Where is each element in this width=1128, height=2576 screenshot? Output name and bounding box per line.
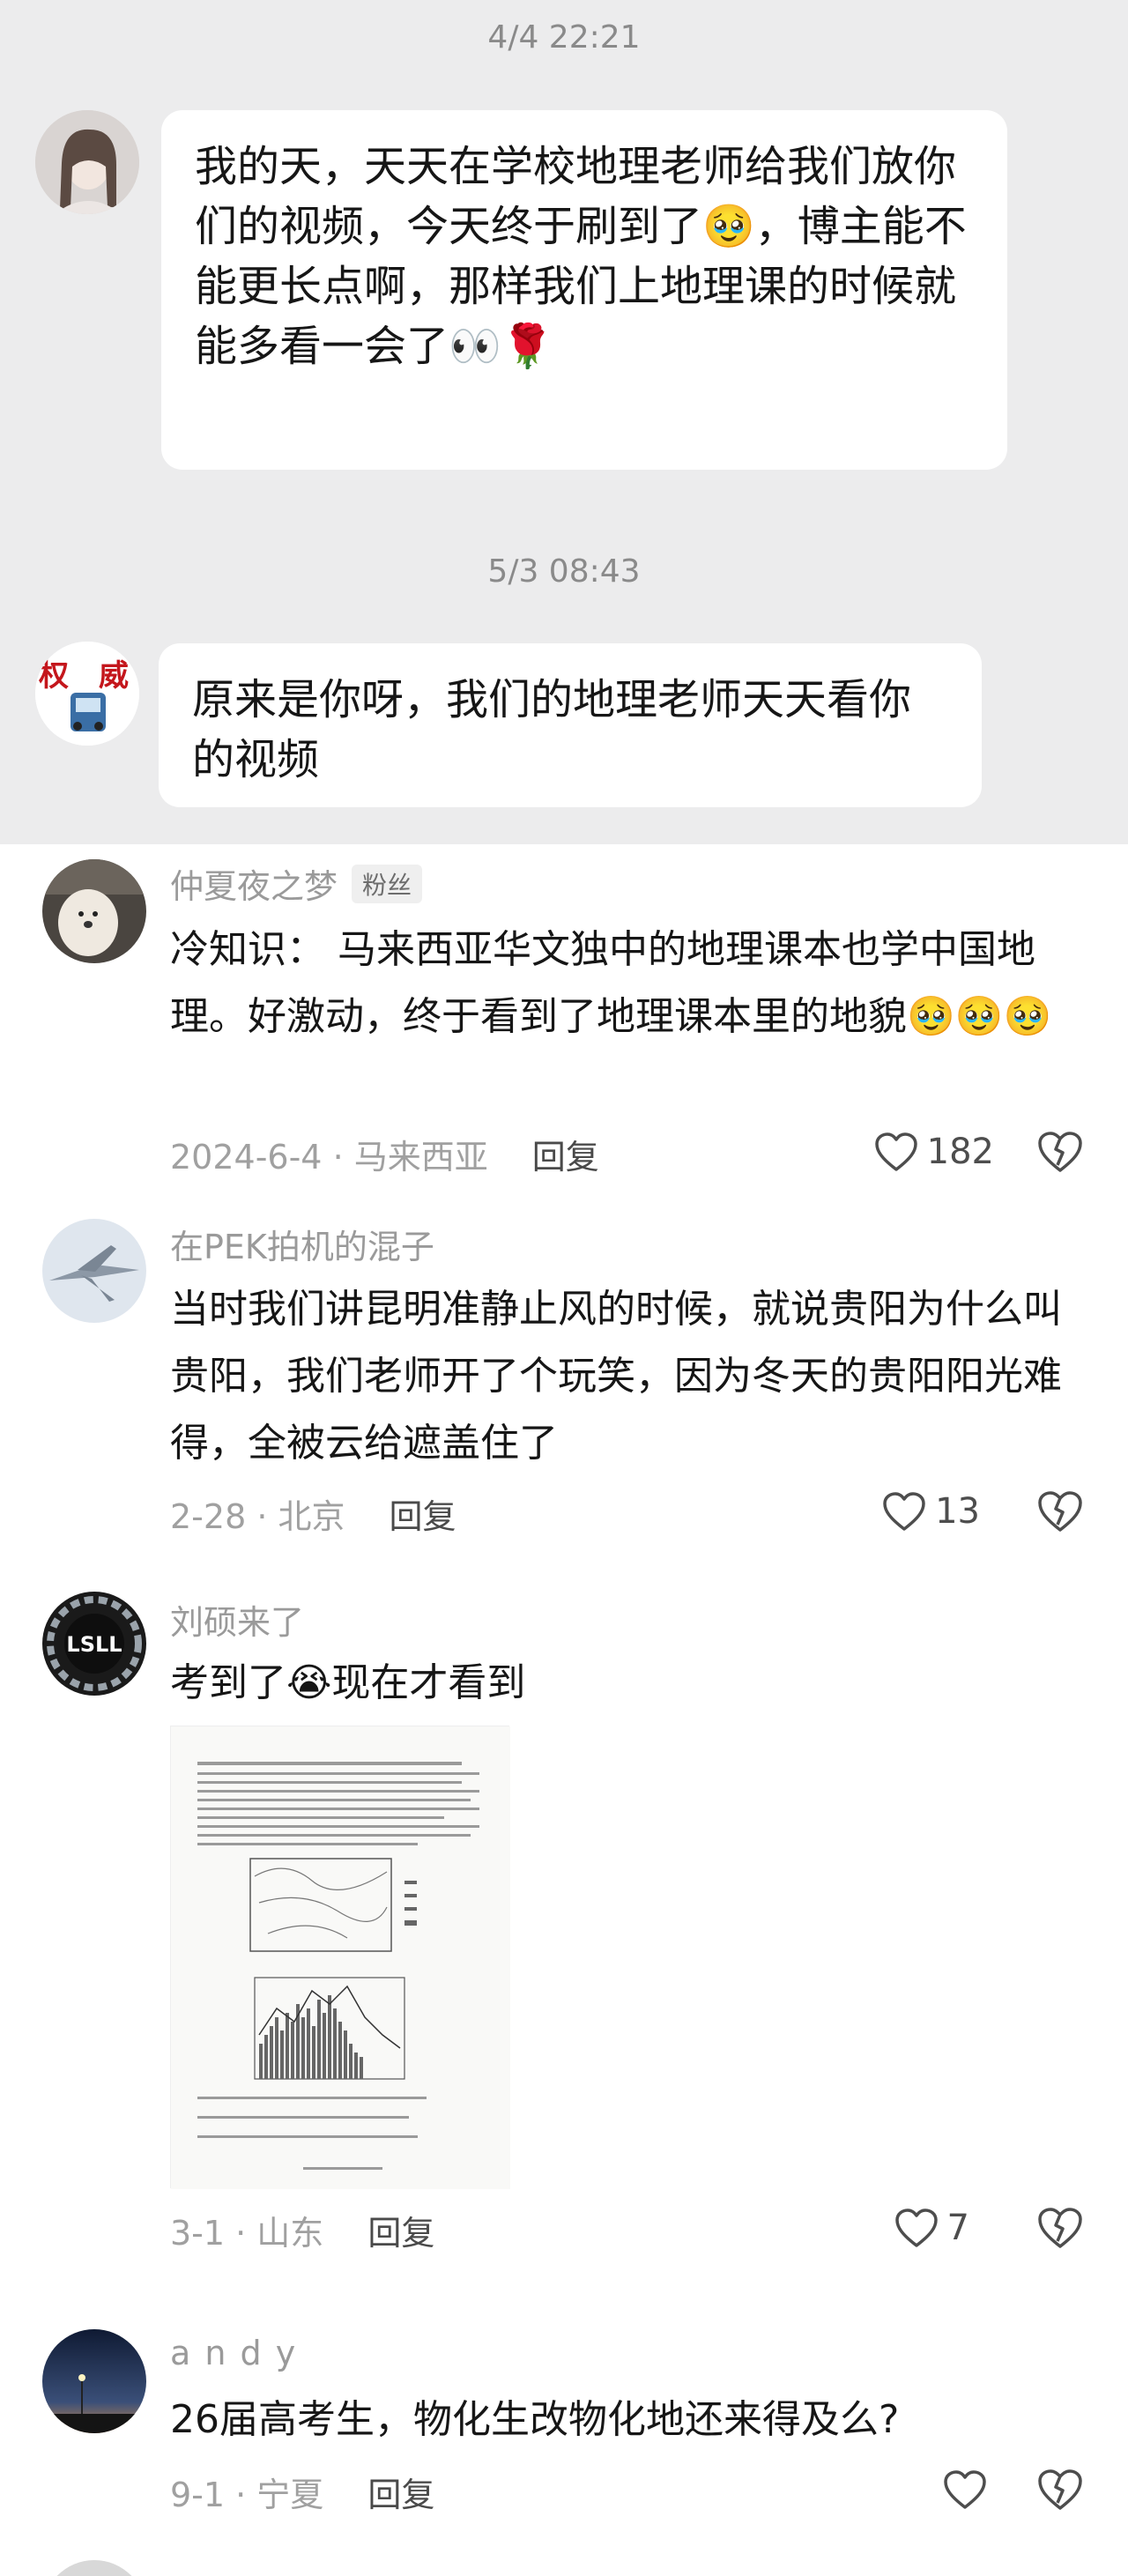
avatar[interactable]: LSLL: [42, 1592, 146, 1696]
chat-timestamp: 5/3 08:43: [487, 553, 641, 590]
like-count: 182: [926, 1132, 994, 1172]
comment-text: 26届高考生，物化生改物化地还来得及么?: [170, 2397, 900, 2442]
reply-button[interactable]: 回复: [367, 2214, 434, 2253]
comment-text: 当时我们讲昆明准静止风的时候，就说贵阳为什么叫贵阳，我们老师开了个玩笑，因为冬天…: [170, 1287, 1062, 1466]
dislike-icon[interactable]: [1036, 1128, 1084, 1176]
comment-meta: 9-1 · 宁夏: [170, 2476, 324, 2514]
chat-screenshot: 4/4 22:21 我的天，天天在学校地理老师给我们放你们的视频，今天终于刷到了…: [0, 0, 1128, 844]
attached-image[interactable]: [170, 1726, 510, 2189]
comment-text: 考到了😭现在才看到: [170, 1660, 526, 1705]
comment-meta: 3-1 · 山东: [170, 2214, 324, 2253]
avatar[interactable]: [35, 110, 139, 214]
like-count: 7: [946, 2208, 969, 2248]
dislike-icon[interactable]: [1036, 1488, 1084, 1535]
comment-author[interactable]: 仲夏夜之梦: [170, 867, 338, 906]
avatar[interactable]: 权 威: [35, 642, 139, 746]
fan-badge: 粉丝: [352, 865, 423, 903]
avatar-logo-text: LSLL: [66, 1632, 122, 1657]
comment-meta: 2024-6-4 · 马来西亚: [170, 1138, 488, 1177]
avatar[interactable]: [42, 859, 146, 963]
like-button[interactable]: [943, 2463, 987, 2516]
svg-text:威: 威: [99, 658, 129, 694]
chat-bubble: 我的天，天天在学校地理老师给我们放你们的视频，今天终于刷到了🥹，博主能不能更长点…: [161, 110, 1007, 470]
dislike-icon[interactable]: [1036, 2204, 1084, 2252]
comment-author[interactable]: 在PEK拍机的混子: [170, 1220, 434, 1268]
reply-button[interactable]: 回复: [367, 2476, 434, 2514]
avatar[interactable]: [42, 2329, 146, 2433]
chat-timestamp: 4/4 22:21: [487, 19, 641, 56]
heart-icon: [944, 2470, 986, 2509]
reply-button[interactable]: 回复: [389, 1497, 456, 1536]
heart-icon: [894, 2209, 938, 2247]
like-button[interactable]: 182: [874, 1125, 994, 1178]
comment-text: 冷知识： 马来西亚华文独中的地理课本也学中国地理。好激动，终于看到了地理课本里的…: [170, 927, 1052, 1039]
chat-message-text: 我的天，天天在学校地理老师给我们放你们的视频，今天终于刷到了🥹，博主能不能更长点…: [195, 142, 967, 371]
comment-meta: 2-28 · 北京: [170, 1497, 345, 1536]
heart-icon: [874, 1132, 917, 1171]
chat-bubble: 原来是你呀，我们的地理老师天天看你的视频: [159, 643, 982, 807]
comment-author[interactable]: 刘硕来了: [170, 1595, 304, 1644]
avatar[interactable]: [42, 2560, 146, 2576]
comment-author[interactable]: a n d y: [170, 2334, 297, 2372]
like-count: 13: [935, 1491, 980, 1532]
chat-message-text: 原来是你呀，我们的地理老师天天看你的视频: [192, 675, 912, 784]
dislike-icon[interactable]: [1036, 2466, 1084, 2513]
like-button[interactable]: 7: [894, 2201, 969, 2254]
like-button[interactable]: 13: [882, 1485, 980, 1538]
avatar[interactable]: [42, 1219, 146, 1323]
heart-icon: [883, 1492, 925, 1531]
svg-text:权: 权: [38, 658, 69, 694]
reply-button[interactable]: 回复: [532, 1138, 599, 1177]
